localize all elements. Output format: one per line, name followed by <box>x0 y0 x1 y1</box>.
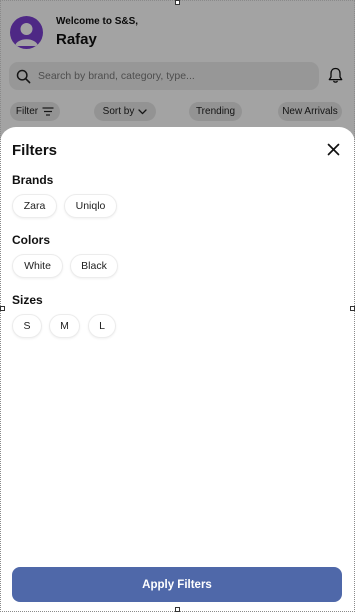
sizes-label: Sizes <box>12 293 43 307</box>
size-option[interactable]: L <box>88 314 116 338</box>
brands-label: Brands <box>12 173 54 187</box>
brand-option[interactable]: Zara <box>12 194 57 218</box>
brand-option[interactable]: Uniqlo <box>64 194 117 218</box>
color-option[interactable]: White <box>12 254 63 278</box>
size-option[interactable]: M <box>49 314 80 338</box>
size-option[interactable]: S <box>12 314 42 338</box>
sheet-title: Filters <box>12 142 58 159</box>
resize-handle[interactable] <box>350 306 355 311</box>
filters-sheet: Filters Brands Zara Uniqlo Colors White … <box>0 127 355 612</box>
colors-label: Colors <box>12 233 51 247</box>
close-button[interactable] <box>326 142 341 157</box>
apply-filters-button[interactable]: Apply Filters <box>12 567 342 602</box>
resize-handle[interactable] <box>175 0 180 5</box>
resize-handle[interactable] <box>175 607 180 612</box>
color-option[interactable]: Black <box>70 254 118 278</box>
close-icon <box>327 143 340 156</box>
resize-handle[interactable] <box>0 306 5 311</box>
